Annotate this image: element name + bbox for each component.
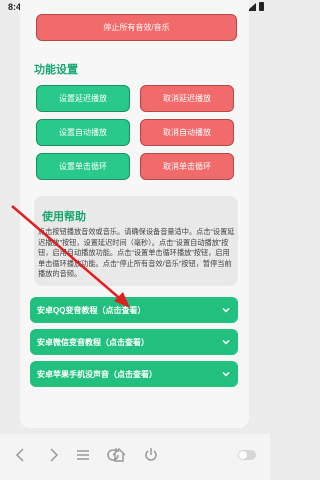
accordion-wechat-tutorial[interactable]: 安卓微信变音教程（点击查看）: [30, 329, 238, 355]
cancel-auto-play-button[interactable]: 取消自动播放: [140, 119, 234, 146]
menu-icon[interactable]: [74, 446, 92, 464]
back-icon[interactable]: [12, 446, 30, 464]
accordion-label: 安卓QQ变音教程（点击查看）: [37, 305, 146, 315]
set-delay-play-button[interactable]: 设置延迟播放: [36, 85, 130, 112]
accordion-label: 安卓苹果手机没声音（点击查看）: [37, 369, 157, 379]
power-icon[interactable]: [142, 446, 160, 464]
cancel-delay-play-button[interactable]: 取消延迟播放: [140, 85, 234, 112]
set-auto-play-button[interactable]: 设置自动播放: [36, 119, 130, 146]
stop-all-button[interactable]: 停止所有音效/音乐: [36, 14, 237, 41]
cancel-click-loop-button[interactable]: 取消单击循环: [140, 153, 234, 180]
help-title: 使用帮助: [42, 211, 86, 223]
chevron-down-icon: [222, 307, 230, 313]
accordion-label: 安卓微信变音教程（点击查看）: [37, 337, 149, 347]
help-panel: 使用帮助 点击按钮播放音效或音乐。请确保设备音量适中。点击“设置延迟播放”按钮，…: [34, 196, 238, 286]
forward-icon[interactable]: [44, 446, 62, 464]
battery-icon: [259, 2, 264, 11]
accordion-no-sound-help[interactable]: 安卓苹果手机没声音（点击查看）: [30, 361, 238, 387]
help-text: 点击按钮播放音效或音乐。请确保设备音量适中。点击“设置延迟播放”按钮，设置延迟时…: [38, 227, 235, 278]
browser-nav-bar: [0, 434, 270, 480]
chevron-down-icon: [222, 371, 230, 377]
accordion-qq-tutorial[interactable]: 安卓QQ变音教程（点击查看）: [30, 297, 238, 323]
toggle-icon[interactable]: [238, 450, 256, 460]
settings-title: 功能设置: [34, 64, 78, 76]
home-icon[interactable]: [110, 446, 128, 464]
set-click-loop-button[interactable]: 设置单击循环: [36, 153, 130, 180]
chevron-down-icon: [222, 339, 230, 345]
